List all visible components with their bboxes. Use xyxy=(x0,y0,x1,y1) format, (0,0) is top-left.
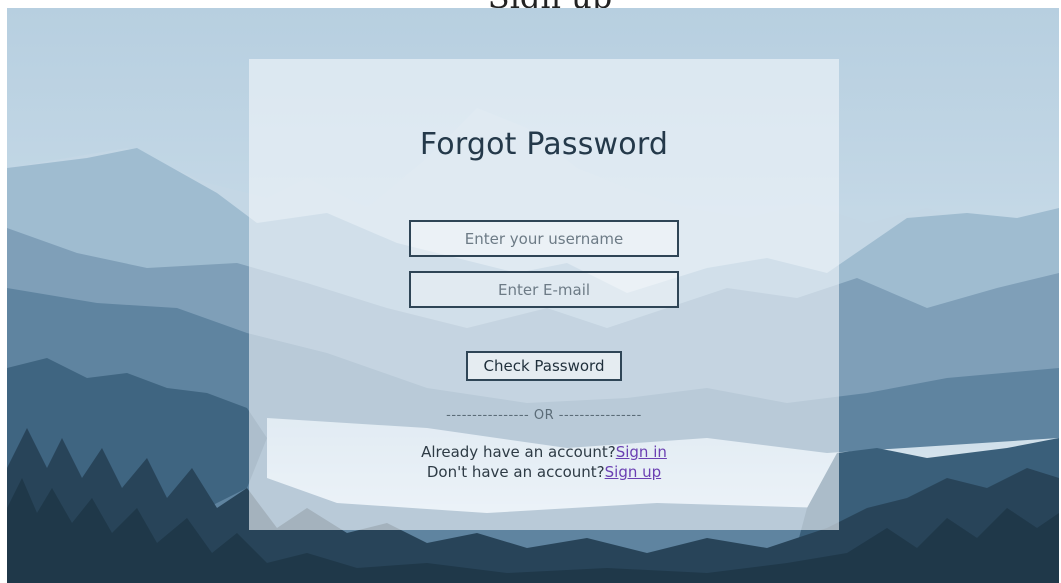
username-input[interactable] xyxy=(409,220,679,257)
forgot-password-card: Forgot Password Check Password ---------… xyxy=(249,59,839,530)
check-password-button[interactable]: Check Password xyxy=(466,351,622,381)
signin-prompt: Already have an account? xyxy=(421,443,616,461)
signup-line: Don't have an account?Sign up xyxy=(249,463,839,481)
signup-link[interactable]: Sign up xyxy=(605,463,662,481)
or-divider: ---------------- OR ---------------- xyxy=(446,408,642,423)
page-title: Forgot Password xyxy=(419,127,669,162)
signin-line: Already have an account?Sign in xyxy=(249,443,839,461)
signup-prompt: Don't have an account? xyxy=(426,463,605,481)
email-input[interactable] xyxy=(409,271,679,308)
cutoff-heading: Sign up xyxy=(400,0,700,16)
signin-link[interactable]: Sign in xyxy=(616,443,667,461)
